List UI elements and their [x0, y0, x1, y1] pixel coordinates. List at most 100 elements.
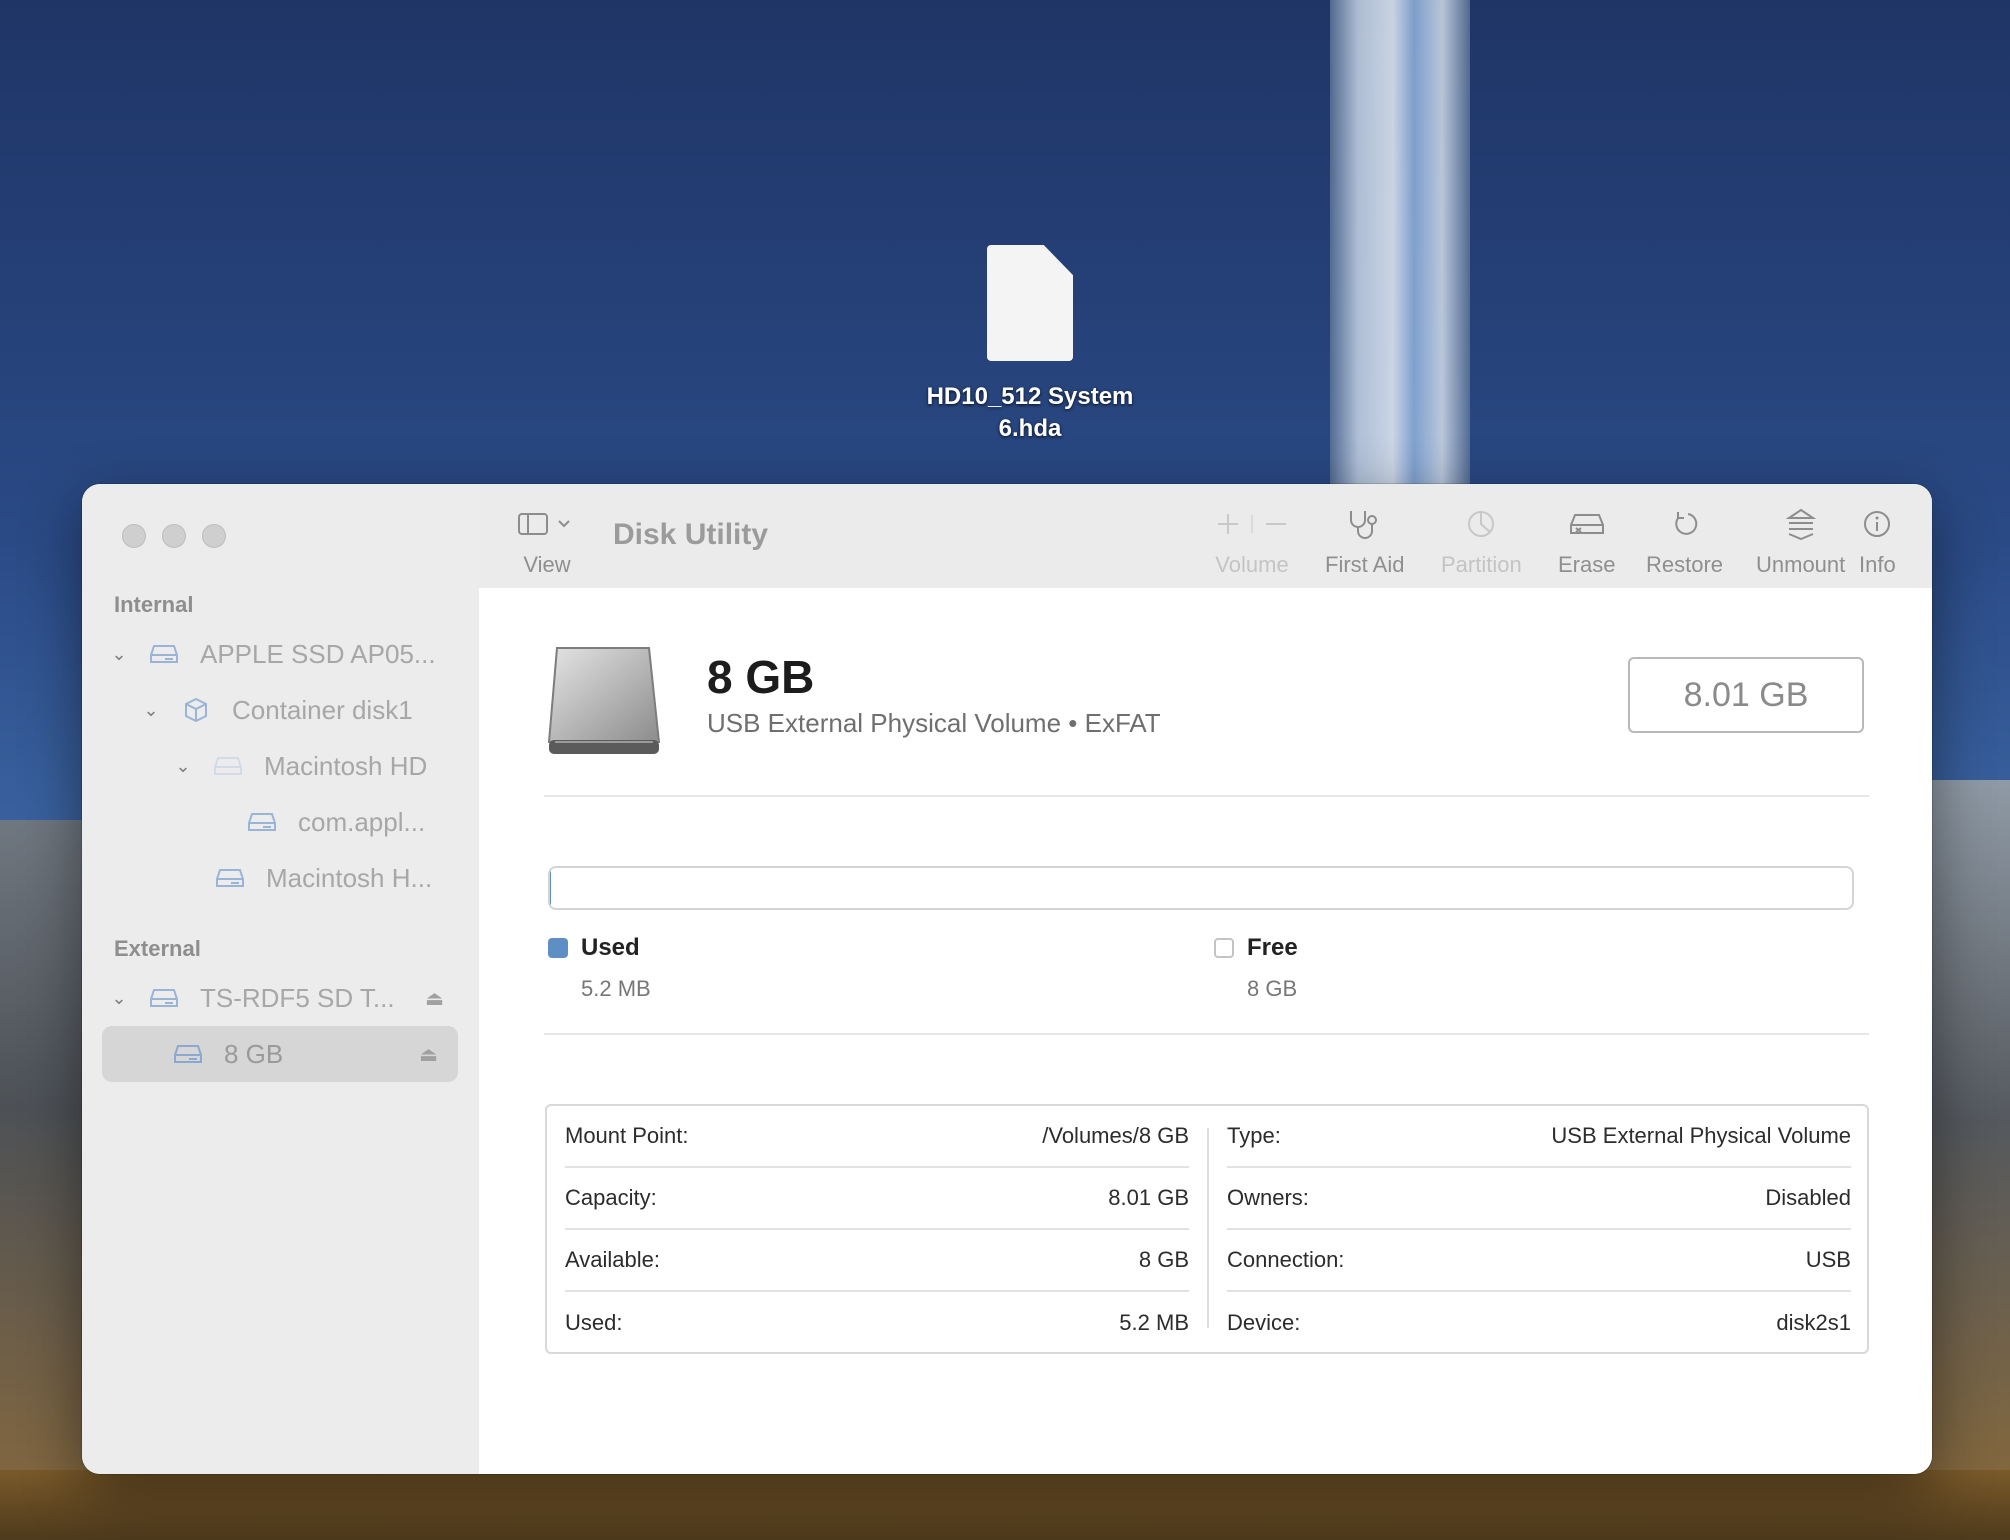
- partition-button[interactable]: Partition: [1441, 504, 1522, 578]
- stethoscope-icon: [1347, 504, 1383, 544]
- restore-button[interactable]: Restore: [1646, 504, 1723, 578]
- volume-size-badge: 8.01 GB: [1628, 657, 1864, 733]
- view-button[interactable]: View: [517, 504, 577, 578]
- info-label: Info: [1859, 552, 1896, 577]
- eject-icon[interactable]: ⏏: [419, 1042, 438, 1067]
- sidebar-item-label: Macintosh H...: [266, 862, 433, 893]
- document-icon[interactable]: [987, 245, 1073, 361]
- details-left-column: Mount Point: /Volumes/8 GB Capacity: 8.0…: [565, 1106, 1189, 1352]
- minimize-button[interactable]: [162, 524, 186, 548]
- sidebar-item-apple-ssd[interactable]: ⌄ APPLE SSD AP05...: [108, 626, 508, 682]
- usage-bar-used-fill: [550, 868, 551, 908]
- sidebar-item-label: APPLE SSD AP05...: [200, 638, 436, 669]
- sidebar-item-label: Container disk1: [232, 694, 413, 725]
- sidebar-item-label: TS-RDF5 SD T...: [200, 982, 395, 1013]
- detail-key: Used:: [565, 1310, 623, 1335]
- chevron-down-icon[interactable]: ⌄: [140, 700, 162, 721]
- volume-button[interactable]: Volume: [1214, 504, 1290, 578]
- detail-row: Mount Point: /Volumes/8 GB: [565, 1106, 1189, 1168]
- first-aid-label: First Aid: [1325, 552, 1405, 577]
- detail-value: /Volumes/8 GB: [1042, 1123, 1189, 1148]
- free-swatch: [1214, 938, 1234, 958]
- chevron-down-icon[interactable]: ⌄: [108, 644, 130, 665]
- sidebar-item-ts-rdf5[interactable]: ⌄ TS-RDF5 SD T... ⏏: [108, 970, 444, 1026]
- detail-row: Used: 5.2 MB: [565, 1292, 1189, 1354]
- desktop-mountain-right: [1920, 780, 2010, 1540]
- detail-row: Available: 8 GB: [565, 1230, 1189, 1292]
- volume-name: 8 GB: [707, 651, 815, 703]
- free-value: 8 GB: [1247, 976, 1298, 1001]
- sidebar-item-label: 8 GB: [224, 1038, 284, 1069]
- unmount-button[interactable]: Unmount: [1756, 504, 1845, 578]
- first-aid-button[interactable]: First Aid: [1325, 504, 1404, 578]
- container-icon: [178, 697, 214, 723]
- column-divider: [1207, 1128, 1209, 1328]
- drive-icon: [146, 642, 182, 666]
- zoom-button[interactable]: [202, 524, 226, 548]
- external-drive-icon: [545, 642, 665, 767]
- detail-row: Capacity: 8.01 GB: [565, 1168, 1189, 1230]
- detail-value: 8 GB: [1138, 1247, 1189, 1272]
- detail-key: Type:: [1227, 1123, 1281, 1148]
- sidebar-item-8gb[interactable]: 8 GB ⏏: [102, 1026, 458, 1082]
- eject-icon[interactable]: ⏏: [425, 986, 444, 1011]
- erase-drive-icon: [1568, 504, 1606, 544]
- unmount-label: Unmount: [1756, 552, 1846, 577]
- detail-row: Connection: USB: [1227, 1230, 1851, 1292]
- detail-value: USB External Physical Volume: [1551, 1123, 1851, 1148]
- sidebar-toggle-icon: [517, 504, 577, 544]
- add-remove-icon: [1214, 504, 1290, 544]
- partition-label: Partition: [1441, 552, 1522, 577]
- detail-value: disk2s1: [1776, 1310, 1851, 1335]
- detail-key: Owners:: [1227, 1185, 1309, 1210]
- volume-label: Volume: [1215, 552, 1289, 577]
- unmount-icon: [1785, 504, 1816, 544]
- desktop-file-name[interactable]: HD10_512 System 6.hda: [900, 381, 1160, 445]
- divider: [544, 795, 1869, 797]
- detail-value: 5.2 MB: [1119, 1310, 1189, 1335]
- desktop-file[interactable]: HD10_512 System 6.hda: [900, 245, 1160, 445]
- sidebar-item-com-apple[interactable]: com.appl...: [244, 794, 425, 850]
- restore-label: Restore: [1646, 552, 1724, 577]
- used-label: Used: [581, 934, 640, 961]
- detail-row: Type: USB External Physical Volume: [1227, 1106, 1851, 1168]
- sidebar-section-external: External: [114, 936, 201, 961]
- chevron-down-icon[interactable]: ⌄: [108, 988, 130, 1009]
- used-value: 5.2 MB: [581, 976, 651, 1001]
- sidebar-item-container-disk1[interactable]: ⌄ Container disk1: [140, 682, 413, 738]
- restore-arrow-icon: [1670, 504, 1700, 544]
- volume-icon: [210, 754, 246, 778]
- close-button[interactable]: [122, 524, 146, 548]
- detail-value: 8.01 GB: [1108, 1185, 1189, 1210]
- detail-key: Connection:: [1227, 1247, 1345, 1272]
- used-swatch: [548, 938, 568, 958]
- toolbar: View Disk Utility Volume First Aid Parti…: [479, 484, 1932, 589]
- info-button[interactable]: Info: [1859, 504, 1896, 578]
- disk-utility-window: Internal ⌄ APPLE SSD AP05... ⌄ Container…: [82, 484, 1932, 1474]
- drive-icon: [244, 810, 280, 834]
- chevron-down-icon[interactable]: ⌄: [172, 756, 194, 777]
- view-label: View: [523, 552, 571, 577]
- desktop-ground: [0, 1470, 2010, 1540]
- detail-value: Disabled: [1765, 1185, 1851, 1210]
- detail-key: Available:: [565, 1247, 660, 1272]
- window-controls: [122, 524, 226, 548]
- divider: [544, 1033, 1869, 1035]
- info-icon: [1862, 504, 1892, 544]
- erase-button[interactable]: Erase: [1558, 504, 1615, 578]
- sidebar-item-macintosh-hd[interactable]: ⌄ Macintosh HD: [172, 738, 427, 794]
- usage-bar: [548, 866, 1854, 910]
- detail-key: Capacity:: [565, 1185, 657, 1210]
- detail-key: Mount Point:: [565, 1123, 689, 1148]
- sidebar-item-macintosh-hd-data[interactable]: Macintosh H...: [212, 850, 432, 906]
- detail-row: Owners: Disabled: [1227, 1168, 1851, 1230]
- sidebar-item-label: Macintosh HD: [264, 750, 428, 781]
- sidebar-item-label: com.appl...: [298, 806, 426, 837]
- desktop-waterfall-background: [1330, 0, 1470, 490]
- details-right-column: Type: USB External Physical Volume Owner…: [1227, 1106, 1851, 1352]
- sidebar-section-internal: Internal: [114, 592, 194, 617]
- erase-label: Erase: [1558, 552, 1616, 577]
- drive-icon: [146, 986, 182, 1010]
- main-content: 8 GB USB External Physical Volume • ExFA…: [479, 588, 1932, 1474]
- drive-icon: [212, 866, 248, 890]
